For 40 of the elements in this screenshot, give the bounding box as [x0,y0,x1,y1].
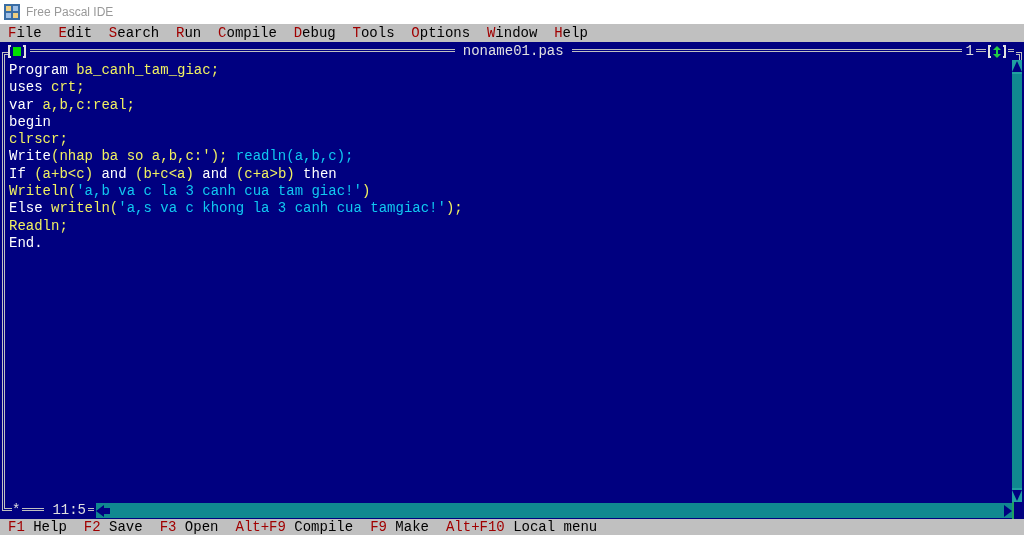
code-line: Else writeln('a,s va c khong la 3 canh cua tamgiac!'); [9,200,463,218]
code-line: End. [9,234,43,253]
cursor-position: 11:5 [52,502,86,519]
shortcut-item[interactable]: Alt+F9 Compile [235,519,354,535]
scroll-left-icon[interactable] [96,504,110,517]
resize-arrows-icon [993,45,1001,58]
code-line: If (a+b<c) and (b+c<a) and (c+a>b) then [9,165,337,184]
zoom-box[interactable] [988,45,1006,58]
scroll-down-icon[interactable] [1012,488,1022,502]
window-title: Free Pascal IDE [26,5,114,19]
menu-item[interactable]: File [8,24,42,42]
code-line: Writeln('a,b va c la 3 canh cua tam giac!') [9,183,371,201]
code-line: begin [9,113,51,132]
menu-item[interactable]: Compile [218,24,277,42]
shortcut-item[interactable]: F3 Open [159,519,219,535]
menu-item[interactable]: Window [486,24,538,42]
close-box[interactable] [8,45,26,58]
window-number: 1 [965,43,974,60]
code-line: Readln; [9,217,68,235]
file-title: noname01.pas [461,43,565,60]
shortcut-item[interactable]: F2 Save [83,519,143,535]
menu-item[interactable]: Search [108,24,160,42]
code-line: Write(nhap ba so a,b,c:'); readln(a,b,c); [9,148,354,166]
shortcut-item[interactable]: F1 Help [8,519,67,535]
menu-item[interactable]: Edit [58,24,93,42]
scroll-up-icon[interactable] [1012,60,1022,74]
app-icon [4,4,20,20]
shortcut-item[interactable]: Alt+F10 Local menu [445,519,598,535]
shortcut-item[interactable]: F9 Make [370,519,429,535]
menu-item[interactable]: Help [554,24,588,42]
scroll-right-icon[interactable] [1004,504,1012,517]
menu-item[interactable]: Options [411,24,471,42]
code-line: clrscr; [9,131,68,149]
code-line: var a,b,c:real; [9,96,136,114]
menu-item[interactable]: Run [176,24,202,42]
menu-item[interactable]: Debug [293,24,336,42]
menu-item[interactable]: Tools [352,24,395,42]
code-line: Program ba_canh_tam_giac; [9,62,220,80]
modified-mark: * [12,502,21,519]
code-line: uses crt; [9,79,85,97]
